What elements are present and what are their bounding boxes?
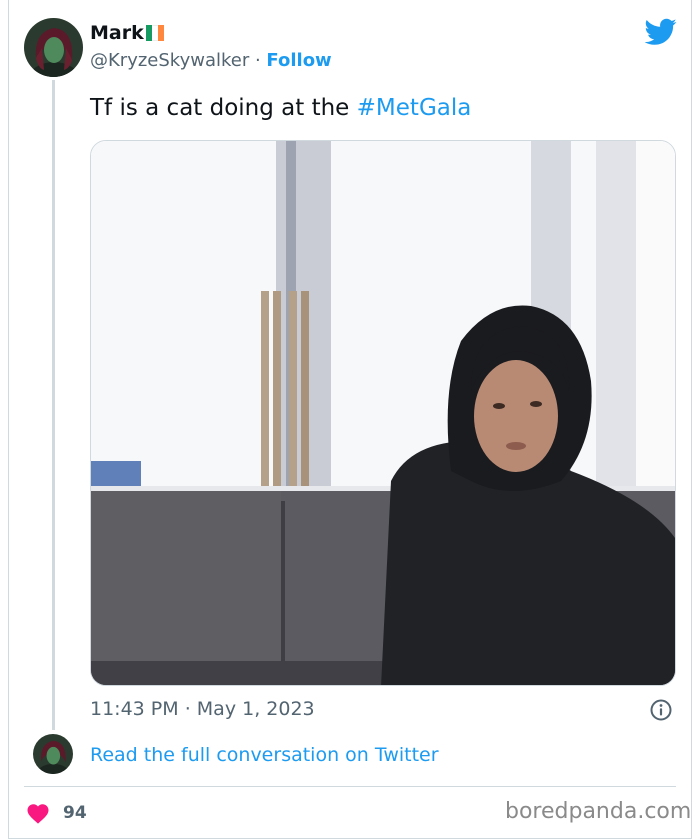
info-icon[interactable] [650, 699, 672, 721]
follow-button[interactable]: Follow [266, 50, 331, 71]
heart-icon[interactable] [26, 802, 50, 824]
read-full-conversation-link[interactable]: Read the full conversation on Twitter [90, 744, 439, 766]
tweet-date: May 1, 2023 [196, 698, 315, 720]
display-name[interactable]: Mark [90, 22, 144, 44]
twitter-bird-icon[interactable] [645, 18, 677, 46]
tweet-text: Tf is a cat doing at the #MetGala [90, 95, 471, 121]
divider [24, 786, 676, 787]
like-count: 94 [63, 803, 87, 823]
display-name-row: Mark [90, 22, 164, 44]
avatar-small[interactable] [33, 734, 73, 774]
avatar[interactable] [24, 18, 83, 77]
tweet-time: 11:43 PM [90, 698, 179, 720]
watermark: boredpanda.com [505, 799, 692, 824]
user-handle[interactable]: @KryzeSkywalker [90, 50, 249, 71]
tweet-text-body: Tf is a cat doing at the [90, 95, 357, 121]
handle-row: @KryzeSkywalker · Follow [90, 50, 332, 71]
handle-separator: · [249, 50, 267, 71]
thread-line [52, 80, 55, 730]
date-separator: · [178, 698, 197, 720]
tweet-media-image[interactable] [90, 140, 676, 686]
tweet-timestamp[interactable]: 11:43 PM · May 1, 2023 [90, 698, 315, 720]
ireland-flag-icon [145, 25, 164, 41]
hashtag-link[interactable]: #MetGala [357, 95, 472, 121]
